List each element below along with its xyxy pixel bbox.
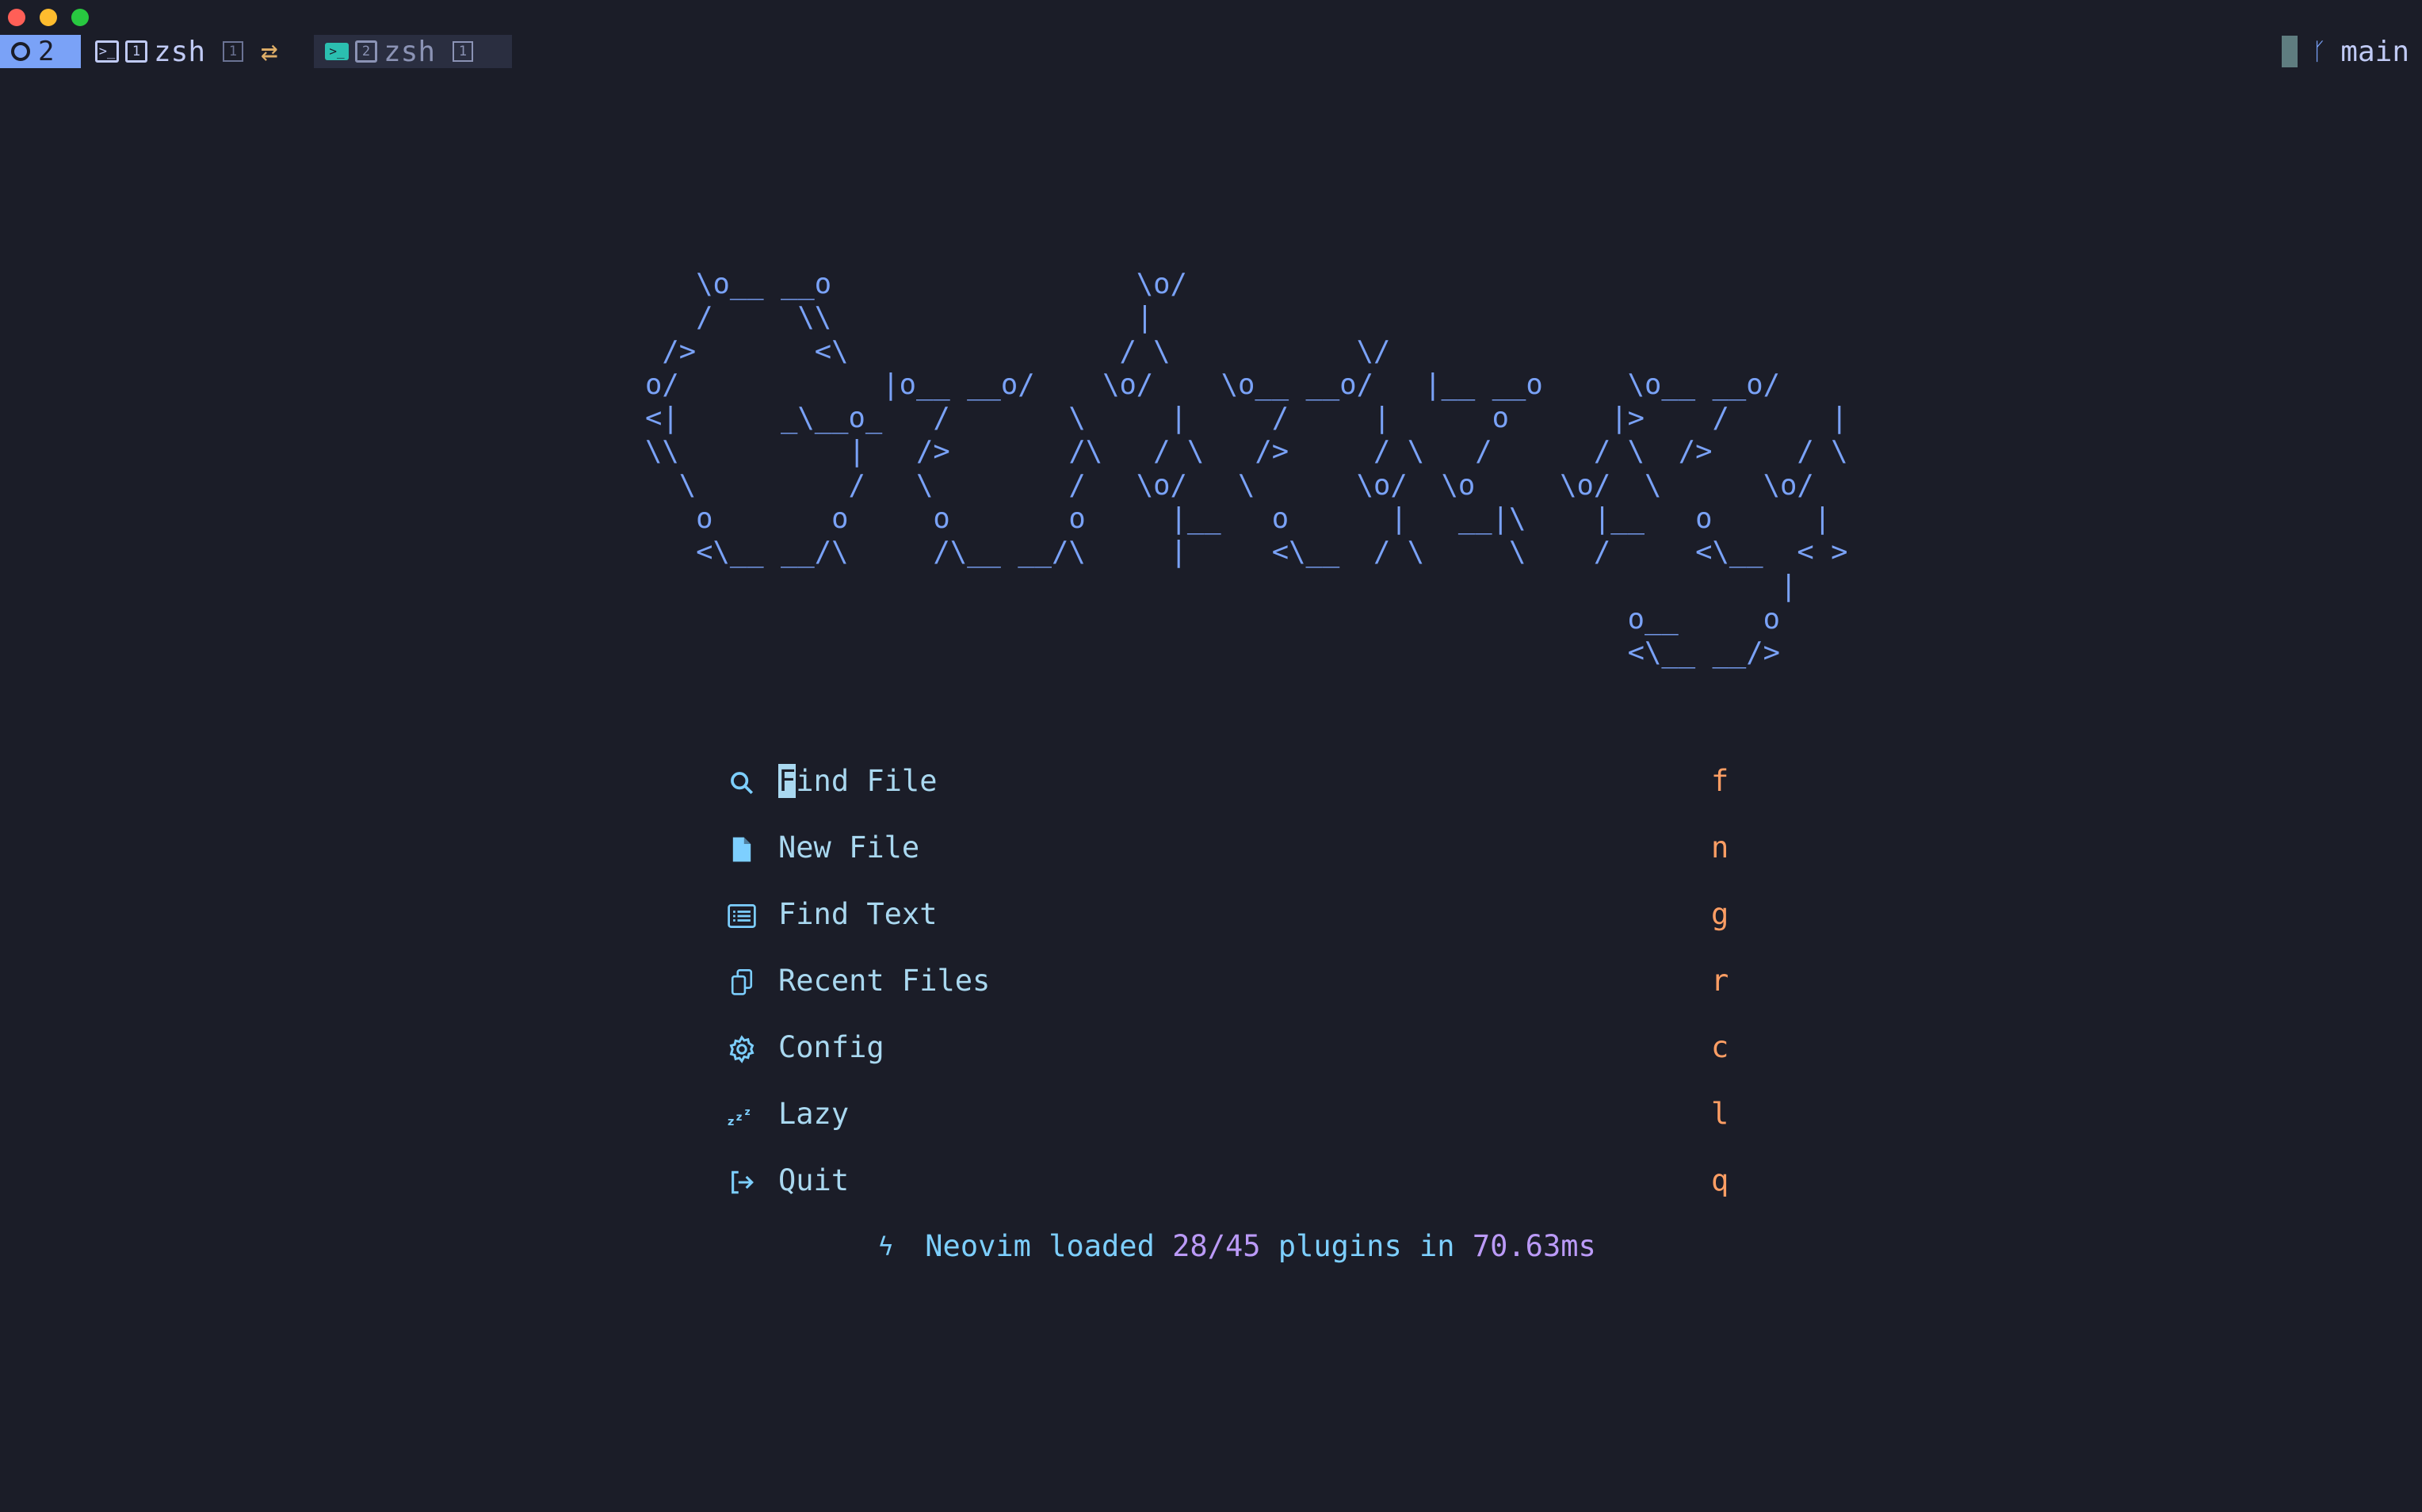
minimize-window-button[interactable] [40,9,57,26]
menu-shortcut-key: f [1711,764,1729,798]
menu-shortcut-key: g [1711,897,1729,931]
terminal-icon: >_ [95,40,119,63]
startup-stats: ϟ Neovim loaded 28/45 plugins in 70.63ms [878,1229,1596,1263]
status-block [2282,36,2298,67]
menu-item-lazy[interactable]: z z z Lazy l [726,1092,1740,1140]
plugin-count: 28/45 [1172,1229,1261,1263]
session-icon [11,42,30,61]
footer-middle: plugins in [1260,1229,1473,1263]
copy-icon [726,967,758,998]
menu-label: New File [778,830,920,865]
dashboard-logo: \o__ __o \o/ / \\ | /> <\ / \ \/ o/ |o__… [645,268,1848,670]
sync-icon: ⇄ [261,35,278,68]
git-branch-icon: ᚴ [2312,37,2327,66]
menu-shortcut-key: l [1711,1097,1729,1131]
menu-label: Quit [778,1163,850,1197]
text-cursor: F [778,764,797,798]
menu-label: Lazy [778,1097,850,1131]
tab-label: zsh [384,35,436,68]
menu-shortcut-key: q [1711,1163,1729,1197]
menu-shortcut-key: n [1711,830,1729,865]
tab-zsh-1[interactable]: >_ 1 zsh 1 ⇄ [95,35,278,68]
tab-label: zsh [154,35,206,68]
git-branch: ᚴ main [2282,35,2409,68]
startup-time: 70.63ms [1472,1229,1596,1263]
menu-item-new-file[interactable]: New File n [726,826,1740,873]
footer-prefix: Neovim loaded [925,1229,1173,1263]
file-icon [726,834,758,865]
gear-icon [726,1033,758,1065]
search-icon [726,767,758,799]
pane-icon: 2 [355,40,377,63]
svg-text:z: z [728,1116,734,1127]
close-window-button[interactable] [8,9,25,26]
svg-text:z: z [736,1112,743,1124]
sleep-icon: zzz [726,1100,758,1132]
menu-label: Find Text [778,897,938,931]
menu-label: Find File [778,764,938,798]
menu-shortcut-key: r [1711,964,1729,998]
svg-text:z: z [745,1106,751,1117]
window-index-badge: 1 [453,41,474,62]
tab-zsh-2[interactable]: >_ 2 zsh 1 [314,35,512,68]
tmux-status-bar: 2 >_ 1 zsh 1 ⇄ >_ 2 zsh 1 ᚴ main [0,35,2422,68]
branch-name: main [2340,35,2409,68]
menu-item-quit[interactable]: Quit q [726,1159,1740,1206]
menu-label: Config [778,1030,884,1064]
menu-item-find-text[interactable]: Find Text g [726,892,1740,940]
window-controls [8,9,89,26]
window-index-badge: 1 [223,41,244,62]
lightning-icon: ϟ [878,1231,894,1262]
menu-label: Recent Files [778,964,991,998]
session-number: 2 [38,36,55,67]
list-icon [726,900,758,932]
menu-shortcut-key: c [1711,1030,1729,1064]
terminal-icon: >_ [325,43,349,60]
menu-item-config[interactable]: Config c [726,1025,1740,1073]
session-badge[interactable]: 2 [0,35,81,68]
pane-icon: 1 [125,40,147,63]
exit-icon [726,1166,758,1198]
menu-item-find-file[interactable]: Find File f [726,759,1740,807]
maximize-window-button[interactable] [71,9,89,26]
menu-item-recent-files[interactable]: Recent Files r [726,959,1740,1006]
